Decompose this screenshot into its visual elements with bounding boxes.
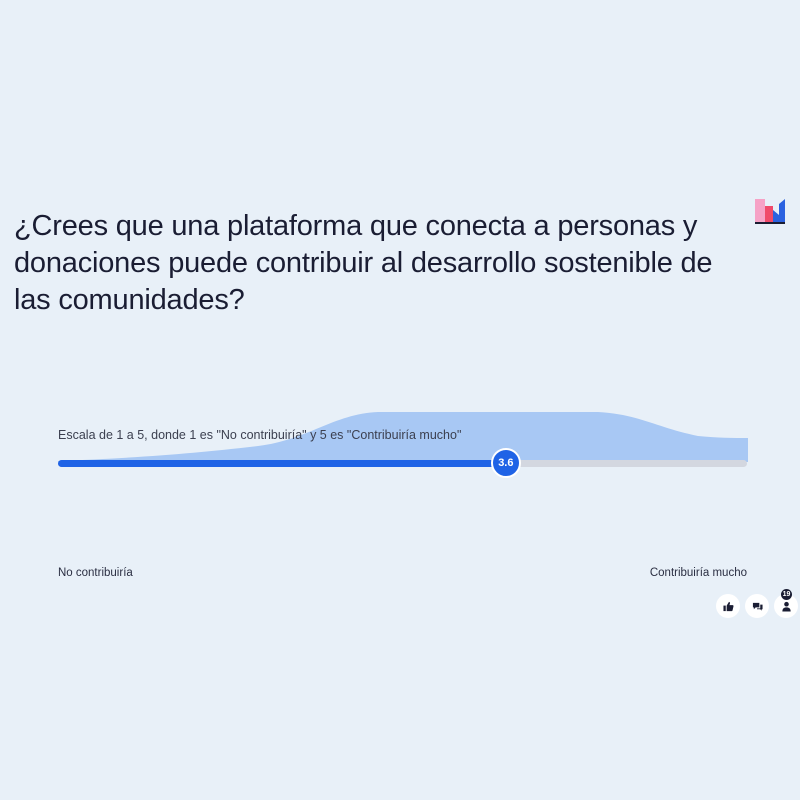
comments-button[interactable] (745, 594, 769, 618)
speech-bubbles-icon (752, 602, 763, 611)
average-value-handle[interactable]: 3.6 (490, 448, 521, 478)
participant-count-badge: 19 (781, 589, 792, 600)
scale-caption: Escala de 1 a 5, donde 1 es "No contribu… (58, 428, 462, 442)
thumbs-up-icon (722, 601, 734, 611)
scale-min-label: No contribuiría (58, 567, 133, 579)
person-icon (781, 601, 791, 612)
presentation-logo-icon (755, 199, 785, 224)
slider-fill (58, 460, 506, 467)
question-title: ¿Crees que una plataforma que conecta a … (14, 210, 713, 316)
slider-track (58, 460, 747, 467)
scale-max-label: Contribuiría mucho (649, 567, 747, 579)
like-button[interactable] (716, 594, 740, 618)
